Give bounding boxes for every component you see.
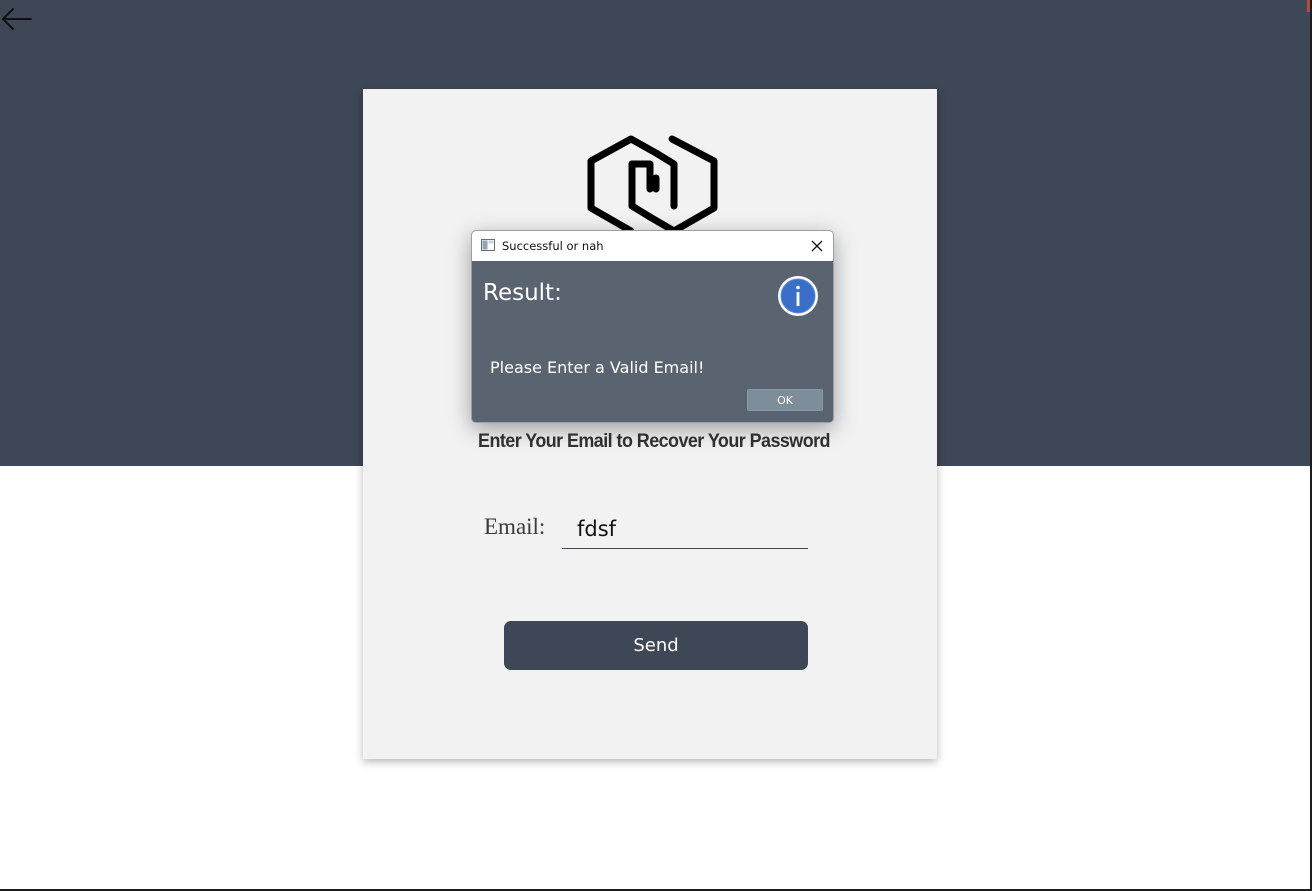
app-window: Enter Your Email to Recover Your Passwor… <box>0 0 1312 891</box>
ok-button[interactable]: OK <box>747 389 823 411</box>
arrow-left-icon[interactable] <box>0 2 34 34</box>
window-app-icon <box>481 239 495 251</box>
dialog-title: Successful or nah <box>502 239 604 253</box>
send-button[interactable]: Send <box>504 621 808 670</box>
page-title: Enter Your Email to Recover Your Passwor… <box>478 430 830 452</box>
dialog-message: Please Enter a Valid Email! <box>490 358 705 377</box>
hexagon-logo <box>587 135 718 235</box>
recovery-card: Enter Your Email to Recover Your Passwor… <box>363 89 937 759</box>
window-corner-mark <box>1307 0 1310 12</box>
dialog-titlebar[interactable]: Successful or nah <box>472 231 833 261</box>
email-label: Email: <box>484 514 546 539</box>
dialog-heading: Result: <box>483 280 562 306</box>
message-dialog: Successful or nah Result: Please Enter a… <box>471 230 834 423</box>
close-icon[interactable] <box>807 236 827 256</box>
email-field[interactable] <box>562 509 808 549</box>
info-icon <box>778 276 818 316</box>
dialog-body: Result: Please Enter a Valid Email! OK <box>472 261 833 422</box>
